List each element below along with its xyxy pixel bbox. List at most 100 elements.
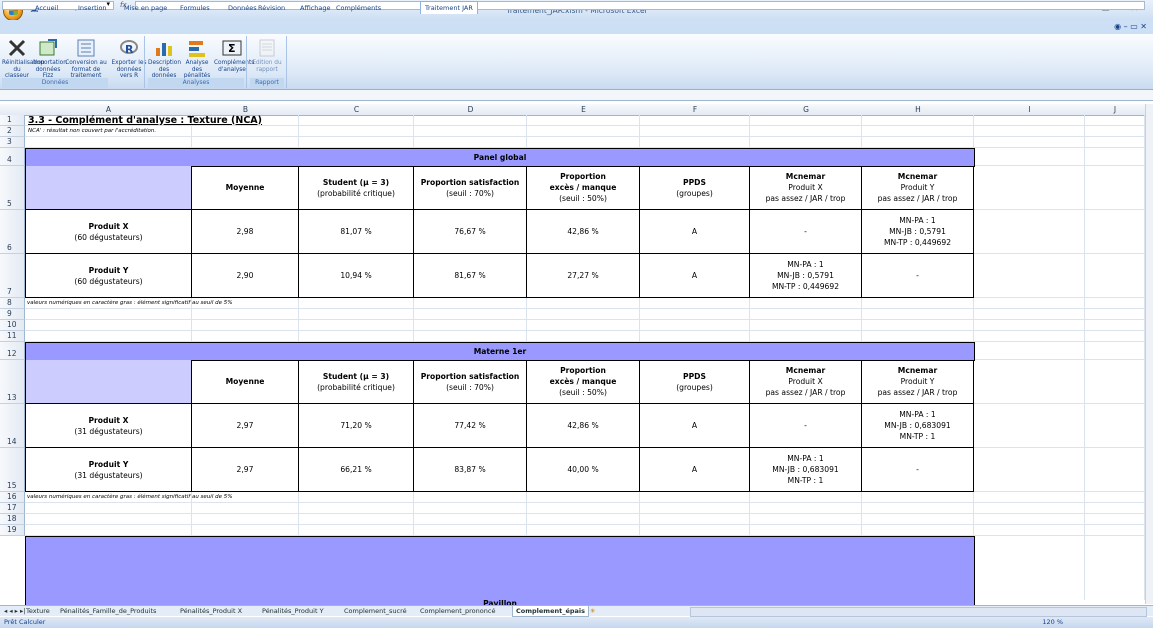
ribbon-button-3[interactable]: R Exporter les données vers R [110,38,148,80]
sheet-tab-5[interactable]: Complement_prononcé [420,606,495,616]
tab-2[interactable]: Mise en page [124,2,167,14]
ribbon-button-2[interactable]: Conversion au format de traitement [62,38,110,80]
row-header-1[interactable]: 1 [0,115,25,126]
svg-text:R: R [125,43,134,56]
panel-global-mcnemar-mx: - [750,210,862,254]
panel-global-mcnemar-line: MN-JB : 0,5791 [889,227,946,236]
panel-global-value-exc: 27,27 % [527,254,640,298]
panel-pavillon-title-strip: Pavillon [25,536,975,605]
panel-materne-value-text: 2,97 [236,465,254,474]
panel-global-mcnemar-line: MN-TP : 0,449692 [883,238,952,247]
nca-note: NCA' : résultat non couvert par l'accréd… [28,128,157,134]
row-header-2[interactable]: 2 [0,126,25,137]
column-header-H[interactable]: H [862,104,975,116]
sheet-nav-arrows[interactable]: ◂ ◂ ▸ ▸| [4,606,25,616]
panel-global-value-sat: 76,67 % [414,210,527,254]
row-header-15[interactable]: 15 [0,448,25,492]
chevron-down-icon[interactable]: ▾ [106,0,110,8]
ribbon-button-label: Conversion au format de traitement [65,60,107,79]
sheet-tab-6[interactable]: Complement_épais [512,606,590,617]
column-header-G[interactable]: G [750,104,863,116]
tab-3[interactable]: Formules [180,2,210,14]
row-header-7[interactable]: 7 [0,254,25,298]
panel-materne-product-tasters: (31 dégustateurs) [74,426,143,436]
tab-0[interactable]: Accueil [35,2,58,14]
row-header-9[interactable]: 9 [0,309,25,320]
panel-materne-mcnemar-my: - [862,448,974,492]
sheet-tab-1[interactable]: Pénalités_Famille_de_Produits [60,606,156,616]
row-header-4[interactable]: 4 [0,148,25,166]
row-header-5[interactable]: 5 [0,166,25,210]
panel-global-value-text: 10,94 % [340,271,372,280]
ribbon-button-4[interactable]: Description des données [148,38,181,80]
sheet-tab-4[interactable]: Complement_sucré [344,606,407,616]
panel-global-header-satisf_1: Proportion satisfaction (seuil : 70%) [414,166,527,210]
panel-materne-header-line: Mcnemar [897,366,938,375]
row-header-19[interactable]: 19 [0,525,25,536]
panel-global-footnote: valeurs numériques en caractère gras : é… [27,300,233,306]
panel-global-value-text: 42,86 % [567,227,599,236]
tab-6[interactable]: Affichage [300,2,331,14]
row-header-18[interactable]: 18 [0,514,25,525]
panel-global-header-line: (seuil : 50%) [559,194,607,203]
row-header-10[interactable]: 10 [0,320,25,331]
row-header-13[interactable]: 13 [0,360,25,404]
row-header-6[interactable]: 6 [0,210,25,254]
horizontal-scrollbar[interactable] [690,607,1147,617]
row-header-17[interactable]: 17 [0,503,25,514]
panel-materne-header-moyenne: Moyenne [192,360,299,404]
ribbon-button-label: Edition du rapport [252,60,282,73]
zoom-level[interactable]: 120 % [1042,617,1063,628]
panel-materne-value-text: 2,97 [236,421,254,430]
panel-global-value-ppds: A [640,210,750,254]
row-header-14[interactable]: 14 [0,404,25,448]
panel-materne-value-exc: 40,00 % [527,448,640,492]
panel-materne-value-ppds: A [640,448,750,492]
panel-global-mcnemar-line: MN-JB : 0,5791 [777,271,834,280]
vertical-scrollbar[interactable] [1145,104,1153,604]
status-bar: Prêt Calculer 120 % [0,617,1153,628]
tab-7[interactable]: Compléments [336,2,381,14]
help-controls[interactable]: ◉ – ▭ ✕ [1114,22,1147,31]
ribbon-button-6[interactable]: Σ Compléments d'analyse [214,38,255,73]
sheet-tab-2[interactable]: Pénalités_Produit X [180,606,242,616]
panel-global-header-exces_1: Proportion excès / manque (seuil : 50%) [527,166,640,210]
ribbon-button-5[interactable]: Analyse des pénalités [180,38,214,80]
panel-global-product-name: Produit Y [88,265,129,275]
panel-materne-header-line: pas assez / JAR / trop [765,388,846,397]
column-header-D[interactable]: D [414,104,528,116]
column-header-F[interactable]: F [640,104,751,116]
row-header-12[interactable]: 12 [0,342,25,360]
tab-4[interactable]: Données [228,2,257,14]
import-icon [33,38,63,58]
row-header-8[interactable]: 8 [0,298,25,309]
panel-materne-value-stud: 66,21 % [299,448,414,492]
column-header-I[interactable]: I [974,104,1086,116]
panel-materne-header-line: Mcnemar [785,366,826,375]
panel-global-product-tasters: (60 dégustateurs) [74,232,143,242]
new-sheet-icon[interactable]: ✳ [590,606,595,616]
panel-materne-value-text: 40,00 % [567,465,599,474]
ribbon-button-1[interactable]: Importation données Fizz [33,38,67,80]
panel-global-header-line: Student (μ = 3) [322,177,390,187]
row-header-16[interactable]: 16 [0,492,25,503]
sheet-tab-0[interactable]: Texture [26,606,50,616]
column-header-E[interactable]: E [527,104,641,116]
row-header-3[interactable]: 3 [0,137,25,148]
panel-materne-title: Materne 1er [25,342,975,361]
formula-input[interactable] [135,1,1145,10]
row-header-11[interactable]: 11 [0,331,25,342]
panel-global-value-text: 81,07 % [340,227,372,236]
panel-global-header-moyenne: Moyenne [192,166,299,210]
ribbon-button-7[interactable]: Edition du rapport [250,38,284,73]
tab-5[interactable]: Révision [258,2,285,14]
sheet-tab-3[interactable]: Pénalités_Produit Y [262,606,324,616]
panel-global-header-line: pas assez / JAR / trop [765,194,846,203]
panel-materne-mcnemar-line: MN-TP : 1 [899,432,936,441]
tab-8[interactable]: Traitement JAR [420,1,478,14]
ribbon-button-0[interactable]: Réinitialisation du classeur [2,38,45,80]
ribbon-button-label: Compléments d'analyse [214,60,255,73]
tab-1[interactable]: Insertion [78,2,107,14]
panel-materne-header-line: Proportion [560,366,606,375]
column-header-J[interactable]: J [1085,104,1146,116]
